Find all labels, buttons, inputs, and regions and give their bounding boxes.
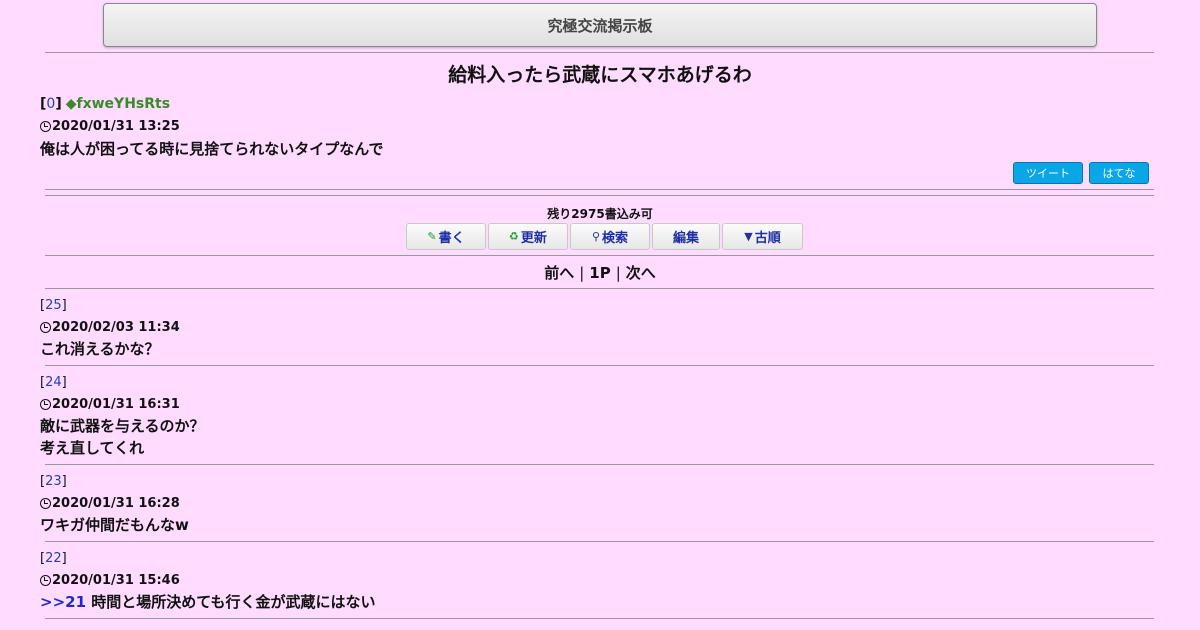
thread-title: 給料入ったら武蔵にスマホあげるわ bbox=[448, 64, 752, 86]
reply-anchor-link[interactable]: >>21 bbox=[40, 593, 86, 611]
post-body: ワキガ仲間だもんなw bbox=[40, 514, 189, 536]
pager-separator: | bbox=[579, 264, 585, 282]
clock-icon bbox=[40, 399, 51, 410]
post-line: 敵に武器を与えるのか？ bbox=[40, 417, 205, 435]
post-date: 2020/01/31 16:31 bbox=[40, 397, 180, 412]
search-icon: ⚲ bbox=[591, 230, 601, 243]
hatena-button[interactable]: はてな bbox=[1089, 162, 1149, 184]
post-date: 2020/01/31 15:46 bbox=[40, 573, 180, 588]
clock-icon bbox=[40, 575, 51, 586]
sort-order-button[interactable]: ▼ 古順 bbox=[722, 223, 803, 250]
remaining-posts: 残り2975書込み可 bbox=[547, 207, 653, 221]
sort-order-label: 古順 bbox=[754, 231, 781, 246]
clock-icon bbox=[40, 121, 51, 132]
prev-page-link[interactable]: 前へ bbox=[544, 264, 574, 282]
site-title[interactable]: 究極交流掲示板 bbox=[547, 15, 652, 36]
search-label: 検索 bbox=[602, 231, 629, 246]
refresh-button[interactable]: ♻ 更新 bbox=[488, 223, 568, 250]
post-number-link[interactable]: 24 bbox=[45, 375, 62, 390]
refresh-icon: ♻ bbox=[509, 230, 519, 243]
pager: 前へ | 1P | 次へ bbox=[0, 262, 1200, 283]
edit-button[interactable]: 編集 bbox=[652, 223, 720, 250]
page-number[interactable]: 1P bbox=[589, 264, 610, 282]
divider bbox=[45, 464, 1154, 465]
op-number-link[interactable]: 0 bbox=[46, 96, 55, 112]
post-body: >>21 時間と場所決めても行く金が武蔵にはない bbox=[40, 591, 376, 613]
post-number: [24] bbox=[40, 375, 67, 390]
post-date-text: 2020/02/03 11:34 bbox=[52, 320, 180, 335]
post-number: [22] bbox=[40, 551, 67, 566]
post-line: ワキガ仲間だもんなw bbox=[40, 516, 189, 534]
pencil-icon: ✎ bbox=[427, 230, 437, 243]
post-number: [25] bbox=[40, 298, 67, 313]
write-label: 書く bbox=[438, 231, 465, 246]
post-number-link[interactable]: 25 bbox=[45, 298, 62, 313]
edit-label: 編集 bbox=[672, 231, 699, 246]
post-line: 時間と場所決めても行く金が武蔵にはない bbox=[91, 593, 376, 611]
post-date: 2020/02/03 11:34 bbox=[40, 320, 180, 335]
clock-icon bbox=[40, 322, 51, 333]
tweet-button[interactable]: ツイート bbox=[1013, 162, 1083, 184]
post-line: 考え直してくれ bbox=[40, 439, 145, 457]
refresh-label: 更新 bbox=[520, 231, 547, 246]
write-button[interactable]: ✎ 書く bbox=[406, 223, 486, 250]
clock-icon bbox=[40, 498, 51, 509]
action-toolbar: ✎ 書く ♻ 更新 ⚲ 検索 編集 ▼ 古順 bbox=[406, 223, 805, 250]
divider bbox=[45, 255, 1154, 256]
post-line: これ消えるかな？ bbox=[40, 340, 160, 358]
pager-separator: | bbox=[615, 264, 621, 282]
post-date-text: 2020/01/31 15:46 bbox=[52, 573, 180, 588]
divider bbox=[45, 618, 1154, 619]
op-body: 俺は人が困ってる時に見捨てられないタイプなんで bbox=[40, 140, 384, 158]
post-number-link[interactable]: 23 bbox=[45, 474, 62, 489]
post-date: 2020/01/31 16:28 bbox=[40, 496, 180, 511]
post-number-link[interactable]: 22 bbox=[45, 551, 62, 566]
post-body: 敵に武器を与えるのか？ 考え直してくれ bbox=[40, 415, 205, 459]
divider bbox=[45, 365, 1154, 366]
post-number: [23] bbox=[40, 474, 67, 489]
divider bbox=[45, 189, 1154, 190]
next-page-link[interactable]: 次へ bbox=[626, 264, 656, 282]
divider bbox=[45, 52, 1154, 53]
post-body: これ消えるかな？ bbox=[40, 338, 160, 360]
op-trip: ◆fxweYHsRts bbox=[65, 96, 171, 112]
divider bbox=[45, 288, 1154, 289]
caret-down-icon: ▼ bbox=[744, 230, 753, 243]
post-date-text: 2020/01/31 16:28 bbox=[52, 496, 180, 511]
search-button[interactable]: ⚲ 検索 bbox=[570, 223, 650, 250]
op-date-text: 2020/01/31 13:25 bbox=[52, 119, 180, 134]
post-date-text: 2020/01/31 16:31 bbox=[52, 397, 180, 412]
op-header: [0] ◆fxweYHsRts bbox=[40, 96, 171, 112]
divider bbox=[45, 541, 1154, 542]
divider bbox=[45, 195, 1154, 196]
site-header[interactable]: 究極交流掲示板 bbox=[103, 3, 1097, 47]
op-date: 2020/01/31 13:25 bbox=[40, 119, 180, 134]
